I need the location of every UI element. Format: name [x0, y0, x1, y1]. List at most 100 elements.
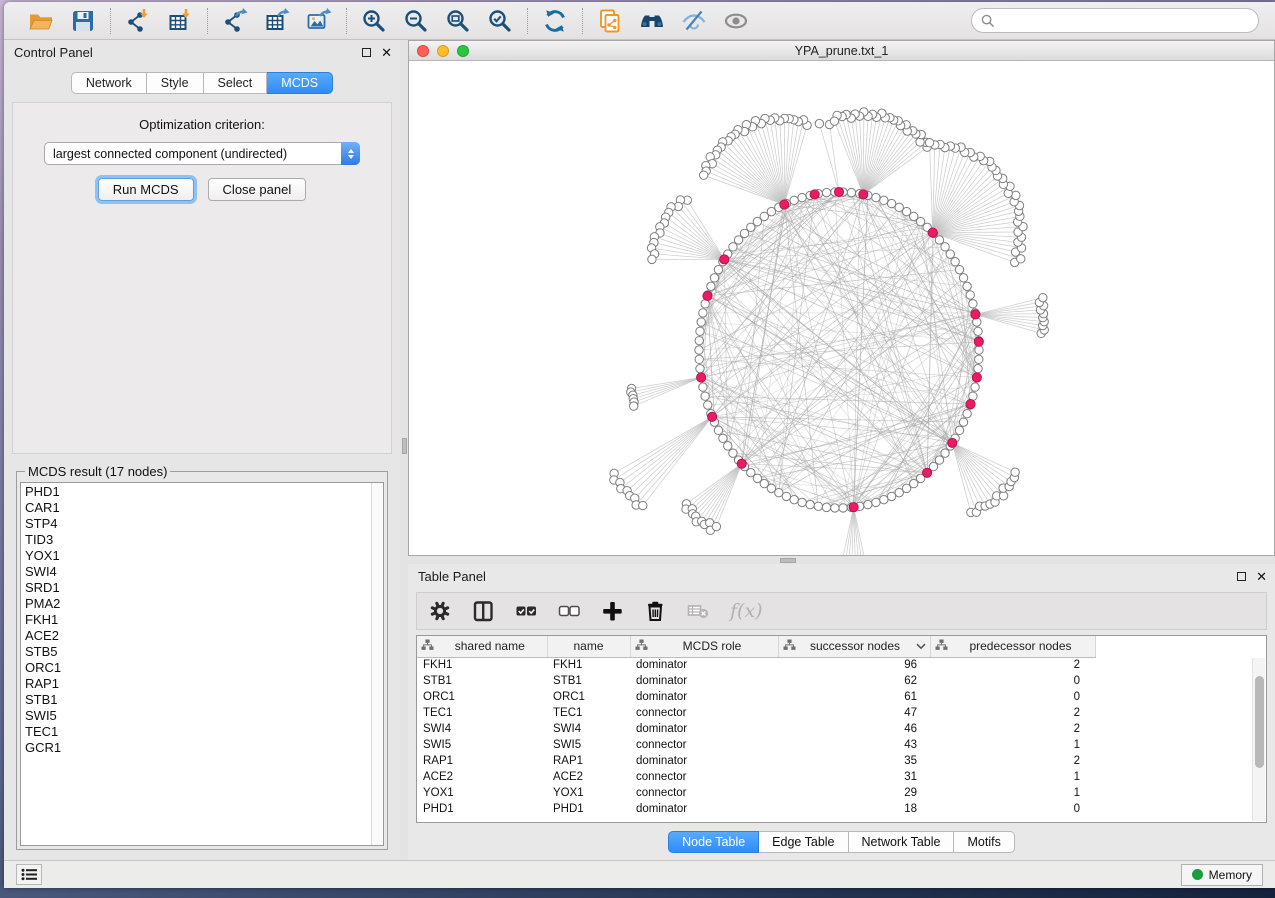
table-row[interactable]: TEC1TEC1connector472 — [417, 705, 1095, 721]
mcds-node-item[interactable]: TID3 — [25, 532, 367, 548]
dropdown-stepper-icon — [341, 142, 360, 165]
columns-icon[interactable] — [472, 598, 495, 624]
export-network-icon[interactable] — [221, 7, 249, 35]
search-icon — [981, 14, 995, 28]
tab-motifs[interactable]: Motifs — [954, 831, 1014, 853]
table-row[interactable]: RAP1RAP1dominator352 — [417, 753, 1095, 769]
zoom-in-icon[interactable] — [360, 7, 388, 35]
mcds-node-item[interactable]: STB1 — [25, 692, 367, 708]
search-input[interactable] — [1001, 14, 1249, 28]
add-row-icon[interactable] — [601, 598, 624, 624]
folder-open-icon[interactable] — [27, 7, 55, 35]
mcds-node-item[interactable]: YOX1 — [25, 548, 367, 564]
mcds-node-item[interactable]: ACE2 — [25, 628, 367, 644]
mcds-node-item[interactable]: FKH1 — [25, 612, 367, 628]
network-canvas[interactable] — [409, 61, 1274, 555]
close-panel-icon[interactable]: ✕ — [1256, 570, 1267, 583]
search-field[interactable] — [971, 8, 1259, 33]
deselect-all-icon[interactable] — [558, 598, 581, 624]
tab-mcds[interactable]: MCDS — [267, 72, 333, 94]
table-row[interactable]: ORC1ORC1dominator610 — [417, 689, 1095, 705]
mcds-node-item[interactable]: CAR1 — [25, 500, 367, 516]
zoom-fit-icon[interactable] — [444, 7, 472, 35]
save-icon[interactable] — [69, 7, 97, 35]
list-scrollbar[interactable] — [371, 483, 383, 845]
zoom-selected-icon[interactable] — [486, 7, 514, 35]
optimization-criterion-dropdown[interactable]: largest connected component (undirected) — [44, 142, 360, 165]
node-table: shared namenameMCDS rolesuccessor nodesp… — [417, 636, 1095, 817]
column-header-MCDS-role[interactable]: MCDS role — [630, 636, 778, 657]
network-window-title: YPA_prune.txt_1 — [409, 44, 1274, 58]
mcds-node-item[interactable]: GCR1 — [25, 740, 367, 756]
mcds-node-item[interactable]: SWI5 — [25, 708, 367, 724]
mcds-panel: Optimization criterion: largest connecte… — [12, 102, 392, 454]
memory-button[interactable]: Memory — [1181, 864, 1263, 886]
binoculars-icon[interactable] — [638, 7, 666, 35]
horizontal-splitter[interactable] — [408, 556, 1275, 564]
import-table-icon[interactable] — [166, 7, 194, 35]
mcds-node-item[interactable]: PMA2 — [25, 596, 367, 612]
status-bar: Memory — [4, 860, 1275, 888]
table-row[interactable]: FKH1FKH1dominator962 — [417, 657, 1095, 673]
application-window: Control Panel ✕ NetworkStyleSelectMCDS O… — [4, 2, 1275, 888]
mcds-node-item[interactable]: RAP1 — [25, 676, 367, 692]
gear-icon[interactable] — [429, 598, 452, 624]
control-panel-title: Control Panel — [14, 45, 93, 60]
mcds-node-item[interactable]: STP4 — [25, 516, 367, 532]
table-row[interactable]: SWI5SWI5connector431 — [417, 737, 1095, 753]
maximize-window-icon[interactable] — [457, 45, 469, 57]
close-panel-button[interactable]: Close panel — [208, 178, 307, 201]
close-panel-icon[interactable]: ✕ — [381, 46, 392, 59]
close-window-icon[interactable] — [417, 45, 429, 57]
column-header-predecessor-nodes[interactable]: predecessor nodes — [930, 636, 1095, 657]
mcds-node-item[interactable]: SWI4 — [25, 564, 367, 580]
column-header-name[interactable]: name — [547, 636, 630, 657]
export-image-icon[interactable] — [305, 7, 333, 35]
layout-refresh-icon[interactable] — [541, 7, 569, 35]
mcds-node-item[interactable]: PHD1 — [25, 484, 367, 500]
function-icon: f(x) — [730, 598, 763, 624]
tab-edge-table[interactable]: Edge Table — [759, 831, 848, 853]
hide-eye-icon[interactable] — [680, 7, 708, 35]
table-scrollbar-thumb[interactable] — [1255, 676, 1264, 768]
mcds-node-item[interactable]: TEC1 — [25, 724, 367, 740]
delete-row-icon[interactable] — [644, 598, 667, 624]
tab-network[interactable]: Network — [71, 72, 147, 94]
table-row[interactable]: ACE2ACE2connector311 — [417, 769, 1095, 785]
tab-select[interactable]: Select — [204, 72, 268, 94]
table-row[interactable]: STB1STB1dominator620 — [417, 673, 1095, 689]
column-header-shared-name[interactable]: shared name — [417, 636, 547, 657]
memory-label: Memory — [1209, 868, 1252, 882]
minimize-window-icon[interactable] — [437, 45, 449, 57]
main-toolbar — [4, 2, 1275, 40]
float-panel-icon[interactable] — [1237, 572, 1246, 581]
table-row[interactable]: PHD1PHD1dominator180 — [417, 801, 1095, 817]
select-all-icon[interactable] — [515, 598, 538, 624]
tab-style[interactable]: Style — [147, 72, 204, 94]
attribute-type-icon — [783, 639, 799, 654]
mcds-node-item[interactable]: STB5 — [25, 644, 367, 660]
network-window-titlebar[interactable]: YPA_prune.txt_1 — [409, 41, 1274, 61]
show-eye-icon[interactable] — [722, 7, 750, 35]
splitter-grip[interactable] — [780, 558, 796, 563]
mcds-node-item[interactable]: ORC1 — [25, 660, 367, 676]
mcds-node-item[interactable]: SRD1 — [25, 580, 367, 596]
copy-share-icon[interactable] — [596, 7, 624, 35]
run-mcds-button[interactable]: Run MCDS — [98, 178, 194, 201]
splitter-grip[interactable] — [402, 438, 407, 454]
export-table-icon[interactable] — [263, 7, 291, 35]
memory-status-icon — [1192, 869, 1203, 880]
mcds-result-list[interactable]: PHD1CAR1STP4TID3YOX1SWI4SRD1PMA2FKH1ACE2… — [20, 482, 384, 846]
tab-network-table[interactable]: Network Table — [849, 831, 955, 853]
import-network-icon[interactable] — [124, 7, 152, 35]
float-panel-icon[interactable] — [362, 48, 371, 57]
tab-node-table[interactable]: Node Table — [668, 831, 759, 853]
column-header-successor-nodes[interactable]: successor nodes — [778, 636, 930, 657]
table-row[interactable]: SWI4SWI4dominator462 — [417, 721, 1095, 737]
task-history-button[interactable] — [16, 864, 42, 885]
table-row[interactable]: YOX1YOX1connector291 — [417, 785, 1095, 801]
table-scrollbar[interactable] — [1252, 658, 1265, 821]
zoom-out-icon[interactable] — [402, 7, 430, 35]
vertical-splitter[interactable] — [400, 40, 408, 860]
dropdown-selected-value: largest connected component (undirected) — [45, 147, 342, 161]
